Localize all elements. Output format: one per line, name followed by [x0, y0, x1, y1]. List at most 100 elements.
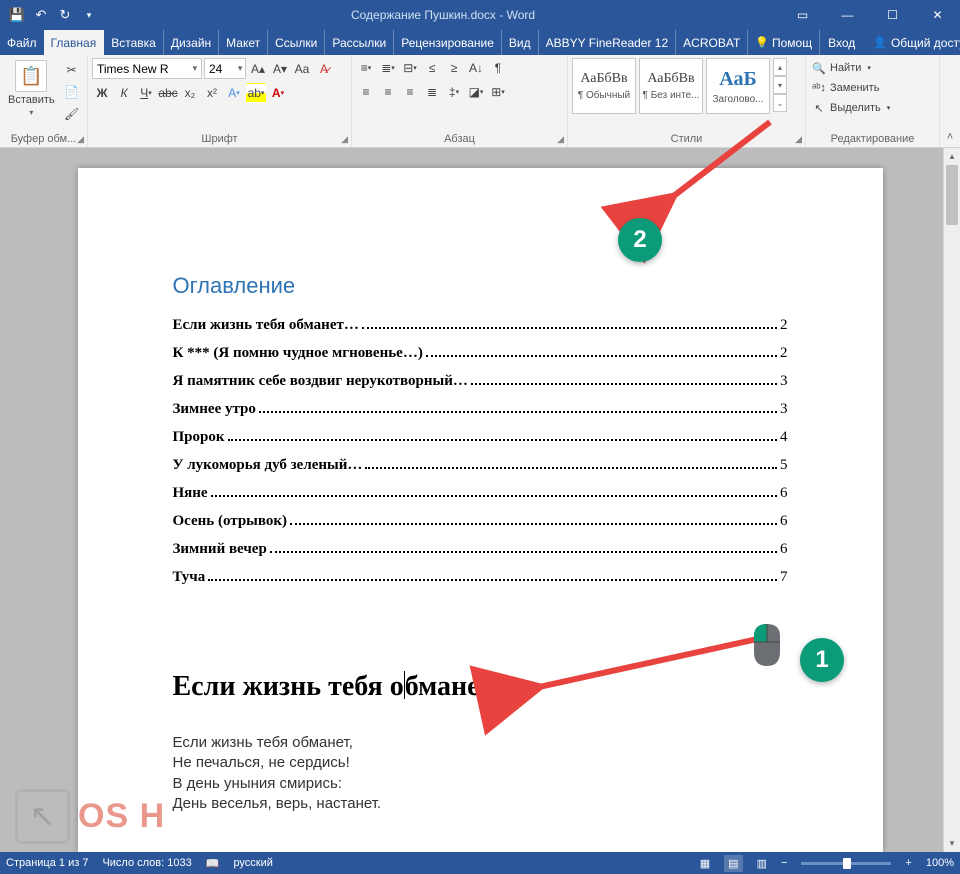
increase-indent-button[interactable]: ≥ — [444, 58, 464, 78]
select-button[interactable]: ↖Выделить▾ — [810, 98, 892, 118]
status-page[interactable]: Страница 1 из 7 — [6, 857, 88, 869]
font-launcher[interactable]: ◢ — [341, 134, 348, 145]
align-right-button[interactable]: ≡ — [400, 82, 420, 102]
bold-button[interactable]: Ж — [92, 83, 112, 103]
toc-entry[interactable]: Зимнее утро3 — [173, 401, 788, 418]
toc-entry[interactable]: К *** (Я помню чудное мгновенье…)2 — [173, 345, 788, 362]
tab-mailings[interactable]: Рассылки — [325, 30, 394, 55]
tab-references[interactable]: Ссылки — [268, 30, 325, 55]
styles-more-button[interactable]: ⌄ — [773, 94, 787, 112]
heading-1[interactable]: Если жизнь тебя обманет… — [173, 671, 788, 703]
font-name-combo[interactable]: ▾ — [92, 58, 202, 79]
multilevel-list-button[interactable]: ⊟▾ — [400, 58, 420, 78]
sign-in-button[interactable]: Вход — [820, 30, 863, 55]
toc-entry[interactable]: У лукоморья дуб зеленый…5 — [173, 457, 788, 474]
bullets-button[interactable]: ≡▾ — [356, 58, 376, 78]
page[interactable]: Оглавление Если жизнь тебя обманет…2К **… — [78, 168, 883, 852]
highlight-button[interactable]: ab▾ — [246, 83, 266, 103]
status-language[interactable]: русский — [233, 857, 272, 869]
maximize-button[interactable]: ☐ — [870, 0, 915, 30]
justify-button[interactable]: ≣ — [422, 82, 442, 102]
scroll-up-button[interactable]: ▴ — [944, 148, 960, 165]
sort-button[interactable]: A↓ — [466, 58, 486, 78]
tab-design[interactable]: Дизайн — [164, 30, 219, 55]
align-center-button[interactable]: ≡ — [378, 82, 398, 102]
superscript-button[interactable]: x² — [202, 83, 222, 103]
tab-file[interactable]: Файл — [0, 30, 44, 55]
toc-entry[interactable]: Осень (отрывок)6 — [173, 513, 788, 530]
underline-button[interactable]: Ч▾ — [136, 83, 156, 103]
share-button[interactable]: Общий доступ — [863, 30, 960, 55]
tab-home[interactable]: Главная — [44, 30, 105, 55]
body-text[interactable]: Если жизнь тебя обманет,Не печалься, не … — [173, 733, 788, 814]
styles-launcher[interactable]: ◢ — [795, 134, 802, 145]
zoom-knob[interactable] — [843, 858, 851, 869]
tab-insert[interactable]: Вставка — [104, 30, 164, 55]
replace-button[interactable]: ᵃᵇ↕Заменить — [810, 78, 881, 98]
status-word-count[interactable]: Число слов: 1033 — [102, 857, 191, 869]
paragraph-launcher[interactable]: ◢ — [557, 134, 564, 145]
print-layout-button[interactable]: ▤ — [724, 855, 742, 872]
copy-button[interactable]: 📄 — [62, 82, 82, 102]
subscript-button[interactable]: x₂ — [180, 83, 200, 103]
collapse-ribbon-button[interactable]: ˄ — [940, 55, 960, 147]
paste-button[interactable]: 📋 Вставить ▾ — [4, 58, 59, 119]
web-layout-button[interactable]: ▥ — [757, 857, 767, 870]
italic-button[interactable]: К — [114, 83, 134, 103]
toc-entry[interactable]: Зимний вечер6 — [173, 541, 788, 558]
toc-entry[interactable]: Если жизнь тебя обманет…2 — [173, 317, 788, 334]
align-left-button[interactable]: ≡ — [356, 82, 376, 102]
minimize-button[interactable]: — — [825, 0, 870, 30]
ribbon-display-button[interactable]: ▭ — [780, 0, 825, 30]
toc-entry[interactable]: Няне6 — [173, 485, 788, 502]
tab-view[interactable]: Вид — [502, 30, 539, 55]
find-button[interactable]: 🔍Найти▾ — [810, 58, 873, 78]
font-name-input[interactable] — [93, 59, 189, 78]
style-normal[interactable]: АаБбВв ¶ Обычный — [572, 58, 636, 114]
shading-button[interactable]: ◪▾ — [466, 82, 486, 102]
shrink-font-button[interactable]: A▾ — [270, 59, 290, 79]
change-case-button[interactable]: Aa — [292, 59, 312, 79]
tab-acrobat[interactable]: ACROBAT — [676, 30, 748, 55]
grow-font-button[interactable]: A▴ — [248, 59, 268, 79]
tab-review[interactable]: Рецензирование — [394, 30, 502, 55]
text-effects-button[interactable]: A▾ — [224, 83, 244, 103]
save-button[interactable]: 💾 — [6, 4, 28, 26]
tell-me-search[interactable]: Помощ — [748, 30, 820, 55]
clear-formatting-button[interactable]: A̷ — [314, 59, 334, 79]
zoom-slider[interactable] — [801, 862, 891, 865]
toc-entry[interactable]: Туча7 — [173, 569, 788, 586]
chevron-down-icon[interactable]: ▾ — [189, 63, 201, 74]
proofing-icon[interactable]: 📖 — [206, 857, 220, 870]
style-heading1[interactable]: АаБ Заголово... — [706, 58, 770, 114]
clipboard-launcher[interactable]: ◢ — [77, 134, 84, 145]
zoom-out-button[interactable]: − — [781, 857, 787, 869]
borders-button[interactable]: ⊞▾ — [488, 82, 508, 102]
tab-layout[interactable]: Макет — [219, 30, 268, 55]
font-size-combo[interactable]: ▾ — [204, 58, 246, 79]
cut-button[interactable]: ✂ — [62, 60, 82, 80]
format-painter-button[interactable]: 🖌 — [62, 104, 82, 124]
undo-button[interactable]: ↶ — [30, 4, 52, 26]
zoom-in-button[interactable]: + — [905, 857, 911, 869]
font-color-button[interactable]: A▾ — [268, 83, 288, 103]
close-button[interactable]: ✕ — [915, 0, 960, 30]
vertical-scrollbar[interactable]: ▴ ▾ — [943, 148, 960, 852]
line-spacing-button[interactable]: ‡▾ — [444, 82, 464, 102]
scroll-down-button[interactable]: ▾ — [944, 835, 960, 852]
strikethrough-button[interactable]: abc — [158, 83, 178, 103]
redo-button[interactable]: ↻ — [54, 4, 76, 26]
style-no-spacing[interactable]: АаБбВв ¶ Без инте... — [639, 58, 703, 114]
decrease-indent-button[interactable]: ≤ — [422, 58, 442, 78]
toc-entry[interactable]: Я памятник себе воздвиг нерукотворный…3 — [173, 373, 788, 390]
qa-customize-button[interactable]: ▾ — [78, 4, 100, 26]
chevron-down-icon[interactable]: ▾ — [235, 63, 245, 74]
tab-finereader[interactable]: ABBYY FineReader 12 — [539, 30, 677, 55]
zoom-value[interactable]: 100% — [926, 857, 954, 869]
toc-entry[interactable]: Пророк4 — [173, 429, 788, 446]
read-mode-button[interactable]: ▦ — [700, 857, 710, 870]
numbering-button[interactable]: ≣▾ — [378, 58, 398, 78]
styles-up-button[interactable]: ▴ — [773, 58, 787, 76]
show-marks-button[interactable]: ¶ — [488, 58, 508, 78]
styles-down-button[interactable]: ▾ — [773, 76, 787, 94]
